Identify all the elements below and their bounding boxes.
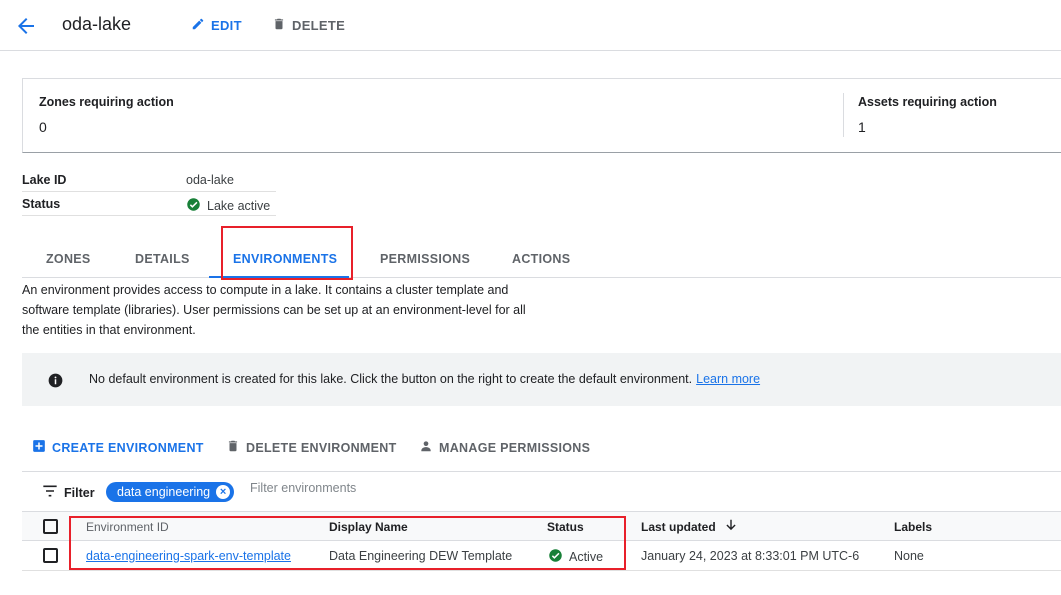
tab-details[interactable]: DETAILS [135, 252, 190, 266]
highlight-box-tab [221, 226, 353, 280]
lake-details-table: Lake ID oda-lake Status Lake active [22, 168, 276, 216]
info-message: No default environment is created for th… [89, 372, 693, 386]
delete-label: DELETE [292, 18, 346, 33]
tab-permissions[interactable]: PERMISSIONS [380, 252, 470, 266]
tab-bar: ZONES DETAILS ENVIRONMENTS PERMISSIONS A… [22, 228, 1061, 278]
assets-requiring-action-value: 1 [858, 119, 866, 135]
page-title: oda-lake [62, 14, 132, 34]
filter-bar: Filter data engineering × [22, 472, 1061, 512]
zones-requiring-action-value: 0 [39, 119, 47, 135]
tab-actions[interactable]: ACTIONS [512, 252, 570, 266]
labels-cell: None [894, 549, 924, 563]
arrow-down-icon [724, 518, 738, 535]
learn-more-link[interactable]: Learn more [696, 372, 760, 386]
info-text-container: No default environment is created for th… [89, 372, 760, 386]
filter-environments-input[interactable] [250, 481, 550, 495]
highlight-box-table [69, 516, 626, 570]
filter-chip-label: data engineering [117, 485, 211, 499]
edit-label: EDIT [211, 18, 242, 33]
back-arrow-icon[interactable] [14, 14, 38, 38]
filter-chip[interactable]: data engineering × [106, 482, 235, 502]
environment-action-bar: CREATE ENVIRONMENT DELETE ENVIRONMENT MA… [22, 436, 1061, 472]
status-row: Status Lake active [22, 192, 276, 216]
summary-card: Zones requiring action 0 Assets requirin… [22, 78, 1061, 153]
status-value: Lake active [186, 197, 270, 215]
info-icon [48, 373, 63, 393]
trash-icon [272, 17, 286, 34]
col-last-updated[interactable]: Last updated [641, 518, 738, 535]
row-checkbox[interactable] [43, 548, 58, 563]
info-banner: No default environment is created for th… [22, 353, 1061, 406]
create-environment-label: CREATE ENVIRONMENT [52, 440, 204, 455]
filter-toggle[interactable]: Filter [42, 484, 95, 501]
lake-id-row: Lake ID oda-lake [22, 168, 276, 192]
zones-requiring-action-label: Zones requiring action [39, 95, 174, 109]
environments-description: An environment provides access to comput… [22, 283, 526, 337]
tab-zones[interactable]: ZONES [46, 252, 91, 266]
lake-id-value: oda-lake [186, 173, 234, 187]
close-icon[interactable]: × [216, 485, 231, 499]
manage-permissions-label: MANAGE PERMISSIONS [439, 440, 591, 455]
pencil-icon [191, 17, 205, 34]
col-last-updated-label: Last updated [641, 519, 716, 534]
person-icon [419, 439, 433, 456]
last-updated-cell: January 24, 2023 at 8:33:01 PM UTC-6 [641, 549, 860, 563]
page-header: oda-lake EDIT DELETE [0, 0, 1061, 51]
filter-list-icon [42, 484, 58, 501]
filter-label: Filter [64, 485, 95, 500]
delete-button[interactable]: DELETE [272, 17, 345, 34]
add-box-icon [32, 439, 46, 456]
delete-environment-button[interactable]: DELETE ENVIRONMENT [226, 439, 397, 456]
edit-button[interactable]: EDIT [191, 17, 242, 34]
assets-requiring-action-label: Assets requiring action [858, 95, 997, 109]
manage-permissions-button[interactable]: MANAGE PERMISSIONS [419, 439, 590, 456]
summary-divider [843, 93, 844, 137]
status-key: Status [22, 197, 61, 211]
create-environment-button[interactable]: CREATE ENVIRONMENT [32, 439, 204, 456]
col-labels[interactable]: Labels [894, 520, 932, 534]
lake-id-key: Lake ID [22, 173, 67, 187]
select-all-checkbox[interactable] [43, 519, 58, 534]
trash-icon [226, 439, 240, 456]
delete-environment-label: DELETE ENVIRONMENT [246, 440, 397, 455]
check-circle-icon [186, 197, 201, 215]
status-text: Lake active [207, 199, 271, 213]
